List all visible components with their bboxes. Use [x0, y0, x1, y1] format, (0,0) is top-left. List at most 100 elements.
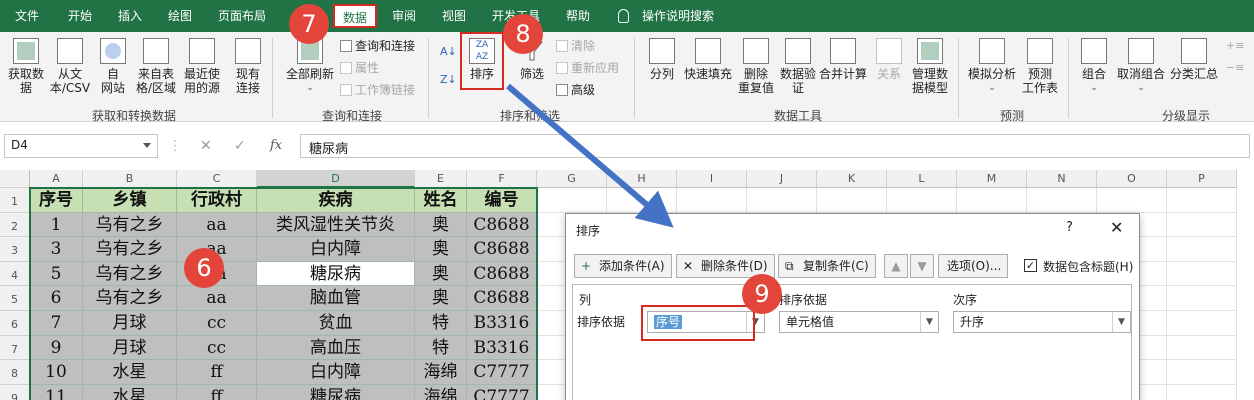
from-web-button[interactable]: 自网站 [96, 38, 130, 95]
data-cell[interactable]: 贫血 [257, 311, 415, 336]
consolidate-button[interactable]: 合并计算 [818, 38, 868, 81]
from-table-button[interactable]: 来自表 格/区域 [134, 38, 178, 95]
copy-level-button[interactable]: ⧉ 复制条件(C) [778, 254, 876, 278]
what-if-button[interactable]: 模拟分析 ⌄ [966, 38, 1018, 95]
data-validation-button[interactable]: 数据验证 [778, 38, 818, 95]
empty-cell[interactable] [1167, 261, 1237, 287]
empty-cell[interactable] [957, 188, 1027, 213]
recent-sources-button[interactable]: 最近使 用的源 [180, 38, 224, 95]
data-cell[interactable]: 脑血管 [257, 286, 415, 311]
row-header-2[interactable]: 2 [0, 212, 30, 238]
insert-function-icon[interactable]: fx [270, 138, 282, 153]
header-cell[interactable]: 编号 [467, 188, 537, 213]
ungroup-button[interactable]: 取消组合 ⌄ [1116, 38, 1166, 95]
column-header-G[interactable]: G [537, 170, 607, 188]
relationships-button[interactable]: 关系 [872, 38, 906, 81]
data-cell[interactable]: 水星 [83, 360, 177, 385]
row-header-4[interactable]: 4 [0, 261, 30, 287]
empty-cell[interactable] [1167, 335, 1237, 361]
tab-data[interactable]: 数据 [333, 4, 378, 28]
column-header-C[interactable]: C [177, 170, 257, 188]
data-cell[interactable]: cc [177, 335, 257, 361]
subtotal-button[interactable]: 分类汇总 [1168, 38, 1220, 81]
data-cell[interactable]: 10 [30, 360, 83, 385]
flash-fill-button[interactable]: 快速填充 [684, 38, 732, 81]
empty-cell[interactable] [537, 188, 607, 213]
remove-duplicates-button[interactable]: 删除 重复值 [736, 38, 776, 95]
show-detail-icon[interactable]: +≡ [1226, 38, 1244, 54]
empty-cell[interactable] [1097, 188, 1167, 213]
header-cell[interactable]: 行政村 [177, 188, 257, 213]
empty-cell[interactable] [1167, 311, 1237, 336]
data-cell[interactable]: 11 [30, 384, 83, 400]
manage-data-model-button[interactable]: 管理数 据模型 [910, 38, 950, 95]
row-header-9[interactable]: 9 [0, 384, 30, 400]
data-cell[interactable]: C8688 [467, 237, 537, 262]
forecast-sheet-button[interactable]: 预测 工作表 [1020, 38, 1060, 95]
row-header-6[interactable]: 6 [0, 311, 30, 336]
empty-cell[interactable] [887, 188, 957, 213]
data-cell[interactable]: aa [177, 286, 257, 311]
data-cell[interactable]: C8688 [467, 286, 537, 311]
name-box[interactable]: D4 [4, 134, 158, 158]
data-cell[interactable]: 乌有之乡 [83, 212, 177, 238]
column-header-I[interactable]: I [677, 170, 747, 188]
data-cell[interactable]: 糖尿病 [257, 384, 415, 400]
data-cell[interactable]: 糖尿病 [257, 261, 415, 287]
data-cell[interactable]: C8688 [467, 212, 537, 238]
data-cell[interactable]: 类风湿性关节炎 [257, 212, 415, 238]
data-cell[interactable]: 特 [415, 335, 467, 361]
column-header-L[interactable]: L [887, 170, 957, 188]
data-cell[interactable]: 月球 [83, 311, 177, 336]
tab-view[interactable]: 视图 [442, 0, 466, 32]
confirm-icon[interactable]: ✓ [234, 138, 246, 154]
tab-review[interactable]: 审阅 [392, 0, 416, 32]
column-header-H[interactable]: H [607, 170, 677, 188]
empty-cell[interactable] [1167, 237, 1237, 262]
row-header-5[interactable]: 5 [0, 286, 30, 311]
empty-cell[interactable] [1167, 188, 1237, 213]
data-cell[interactable]: C7777 [467, 360, 537, 385]
column-header-P[interactable]: P [1167, 170, 1237, 188]
row-header-8[interactable]: 8 [0, 360, 30, 385]
data-cell[interactable]: 7 [30, 311, 83, 336]
data-cell[interactable]: 奥 [415, 286, 467, 311]
data-cell[interactable]: 1 [30, 212, 83, 238]
text-to-columns-button[interactable]: 分列 [642, 38, 682, 81]
refresh-all-button[interactable]: 全部刷新 ⌄ [282, 38, 338, 95]
sort-on-select[interactable]: 单元格值 ▼ [779, 311, 939, 333]
queries-connections-button[interactable]: 查询和连接 [340, 38, 415, 54]
data-cell[interactable]: 乌有之乡 [83, 237, 177, 262]
header-cell[interactable]: 乡镇 [83, 188, 177, 213]
clear-button[interactable]: 清除 [556, 38, 595, 54]
sort-ascending-icon[interactable]: A↓ [440, 44, 457, 60]
data-cell[interactable]: 特 [415, 311, 467, 336]
header-cell[interactable]: 疾病 [257, 188, 415, 213]
data-cell[interactable]: 3 [30, 237, 83, 262]
group-button[interactable]: 组合 ⌄ [1076, 38, 1112, 95]
hide-detail-icon[interactable]: −≡ [1226, 60, 1244, 76]
help-icon[interactable]: ? [1066, 220, 1073, 235]
tab-page-layout[interactable]: 页面布局 [218, 0, 266, 32]
empty-cell[interactable] [607, 188, 677, 213]
tab-help[interactable]: 帮助 [566, 0, 590, 32]
sort-descending-icon[interactable]: Z↓ [440, 72, 457, 88]
data-cell[interactable]: 月球 [83, 335, 177, 361]
existing-connections-button[interactable]: 现有 连接 [230, 38, 266, 95]
row-header-3[interactable]: 3 [0, 237, 30, 262]
empty-cell[interactable] [1167, 212, 1237, 238]
column-header-O[interactable]: O [1097, 170, 1167, 188]
data-cell[interactable]: C7777 [467, 384, 537, 400]
row-header-7[interactable]: 7 [0, 335, 30, 361]
column-header-F[interactable]: F [467, 170, 537, 188]
empty-cell[interactable] [1167, 384, 1237, 400]
empty-cell[interactable] [677, 188, 747, 213]
tab-file[interactable]: 文件 [15, 0, 39, 32]
edit-links-button[interactable]: 工作簿链接 [340, 82, 415, 98]
options-button[interactable]: 选项(O)... [938, 254, 1009, 278]
options-dots-icon[interactable]: ⋮ [168, 138, 182, 154]
row-header-1[interactable]: 1 [0, 188, 30, 213]
data-cell[interactable]: 奥 [415, 261, 467, 287]
close-icon[interactable]: ✕ [1110, 218, 1123, 237]
reapply-button[interactable]: 重新应用 [556, 60, 619, 76]
